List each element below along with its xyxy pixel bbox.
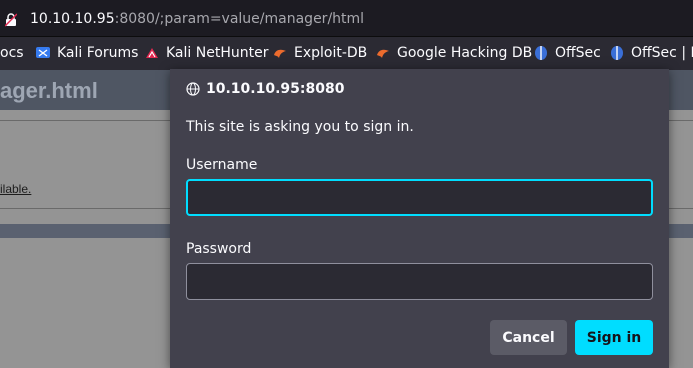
bookmark-label: Kali Forums xyxy=(57,45,139,61)
bookmarks-toolbar: ocs Kali Forums Kali NetHunter Exploit-D… xyxy=(0,36,693,70)
bookmark-docs[interactable]: ocs xyxy=(0,45,24,61)
bookmark-kali-nethunter[interactable]: Kali NetHunter xyxy=(144,45,268,61)
bookmark-label: Exploit-DB xyxy=(294,45,368,61)
bookmark-label: Google Hacking DB xyxy=(397,45,533,61)
auth-dialog: 10.10.10.95:8080 This site is asking you… xyxy=(170,69,669,368)
cancel-button[interactable]: Cancel xyxy=(490,320,567,355)
url-text: 10.10.10.95:8080/;param=value/manager/ht… xyxy=(30,11,364,27)
bookmark-label: OffSec | La xyxy=(631,45,693,61)
exploit-db-icon xyxy=(274,49,286,58)
username-label: Username xyxy=(186,157,258,173)
offsec-icon xyxy=(611,46,623,60)
bookmark-google-hacking-db[interactable]: Google Hacking DB xyxy=(375,45,532,61)
globe-icon xyxy=(186,82,200,96)
bookmark-label: Kali NetHunter xyxy=(166,45,269,61)
dialog-origin-text: 10.10.10.95:8080 xyxy=(206,81,345,97)
bookmark-label: OffSec xyxy=(555,45,601,61)
kali-nethunter-icon xyxy=(146,48,158,58)
username-field[interactable] xyxy=(186,179,653,216)
bookmark-exploit-db[interactable]: Exploit-DB xyxy=(272,45,367,61)
url-bar: 10.10.10.95:8080/;param=value/manager/ht… xyxy=(0,0,693,36)
sign-in-button[interactable]: Sign in xyxy=(575,320,653,355)
kali-forums-icon xyxy=(36,47,50,58)
password-field[interactable] xyxy=(186,263,653,300)
dialog-origin: 10.10.10.95:8080 xyxy=(186,81,344,97)
url-path: :8080/;param=value/manager/html xyxy=(114,11,365,27)
insecure-lock-icon[interactable] xyxy=(5,13,17,27)
bookmark-kali-forums[interactable]: Kali Forums xyxy=(35,45,138,61)
available-link[interactable]: ilable. xyxy=(0,182,31,196)
bookmark-label: ocs xyxy=(0,45,24,61)
page-title: ager.html xyxy=(0,78,98,103)
url-host: 10.10.10.95 xyxy=(30,11,115,27)
offsec-icon xyxy=(535,46,547,60)
dialog-message: This site is asking you to sign in. xyxy=(186,119,414,135)
ghdb-icon xyxy=(377,49,389,58)
address-field[interactable]: 10.10.10.95:8080/;param=value/manager/ht… xyxy=(0,3,688,33)
password-label: Password xyxy=(186,241,252,257)
bookmark-offsec[interactable]: OffSec xyxy=(533,45,601,61)
bookmark-offsec-2[interactable]: OffSec | La xyxy=(609,45,693,61)
